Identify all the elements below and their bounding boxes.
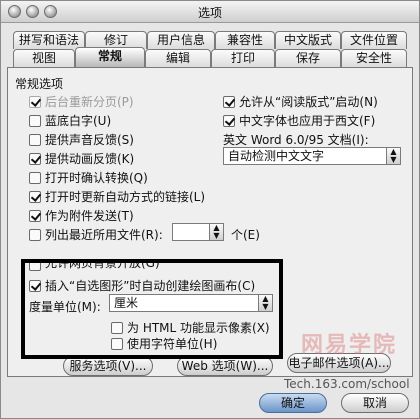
ok-button[interactable]: 确定 <box>259 393 327 413</box>
option-sound-feedback[interactable]: 提供声音反馈(S) <box>29 131 134 148</box>
tab-spelling-grammar[interactable]: 拼写和语法 <box>13 31 85 49</box>
checkbox[interactable] <box>29 190 41 203</box>
checkbox[interactable] <box>29 152 41 165</box>
tab-edit[interactable]: 编辑 <box>145 49 211 67</box>
option-chinese-font-western[interactable]: 中文字体也应用于西文(F) <box>223 112 375 129</box>
option-reading-layout[interactable]: 允许从“阅读版式”启动(N) <box>223 93 378 110</box>
checkbox[interactable] <box>29 279 41 292</box>
measure-unit-label: 度量单位(M): <box>29 300 101 314</box>
watermark-logo: 网易学院 <box>301 333 398 358</box>
option-blue-background[interactable]: 蓝底白字(U) <box>29 112 111 129</box>
checkbox[interactable] <box>29 228 41 241</box>
group-title: 常规选项 <box>15 77 64 91</box>
word-doc-label: 英文 Word 6.0/95 文档(I): <box>223 133 369 147</box>
stepper-arrows-icon[interactable]: ▲ ▼ <box>209 224 223 240</box>
option-confirm-conversion[interactable]: 打开时确认转换(Q) <box>29 169 148 186</box>
option-update-links[interactable]: 打开时更新自动方式的链接(L) <box>29 188 205 205</box>
cancel-button[interactable]: 取消 <box>341 393 409 413</box>
tab-save[interactable]: 保存 <box>275 49 341 67</box>
option-animation-feedback[interactable]: 提供动画反馈(K) <box>29 150 134 167</box>
tab-chinese-layout[interactable]: 中文版式 <box>275 31 341 49</box>
option-send-as-attachment[interactable]: 作为附件发送(T) <box>29 207 134 224</box>
web-options-button[interactable]: Web 选项(W)... <box>177 356 273 376</box>
checkbox[interactable] <box>29 209 41 222</box>
option-background-repagination[interactable]: 后台重新分页(P) <box>29 93 134 110</box>
option-auto-drawing-canvas[interactable]: 插入“自选图形”时自动创建绘图画布(C) <box>29 277 255 294</box>
window-title: 选项 <box>197 6 222 20</box>
checkbox[interactable] <box>29 171 41 184</box>
checkbox[interactable] <box>111 337 123 350</box>
title-bar: 选项 <box>1 1 419 23</box>
options-dialog: 选项 拼写和语法 修订 用户信息 兼容性 中文版式 文件位置 视图 常规 编辑 … <box>0 0 420 419</box>
option-web-background[interactable]: 允许网页背景开放(G) <box>29 263 160 271</box>
option-html-pixels[interactable]: 为 HTML 功能显示像素(X) <box>111 319 270 336</box>
dropdown-arrows-icon: ▲ ▼ <box>386 148 400 164</box>
word-doc-select-value: 自动检测中文文字 <box>228 149 325 163</box>
checkbox[interactable] <box>29 114 41 127</box>
checkbox[interactable] <box>223 114 235 127</box>
tab-security[interactable]: 安全性 <box>341 49 407 67</box>
checkbox[interactable] <box>29 133 41 146</box>
dropdown-arrows-icon: ▲ ▼ <box>258 295 272 311</box>
recent-files-count-stepper[interactable]: ▲ ▼ <box>172 223 224 241</box>
measure-unit-select[interactable]: 厘米 ▲ ▼ <box>109 294 273 312</box>
tab-general[interactable]: 常规 <box>75 47 145 67</box>
tab-file-locations[interactable]: 文件位置 <box>341 31 407 49</box>
word-doc-select[interactable]: 自动检测中文文字 ▲ ▼ <box>223 147 401 165</box>
checkbox[interactable] <box>223 95 235 108</box>
option-character-units[interactable]: 使用字符单位(H) <box>111 335 217 352</box>
measure-unit-value: 厘米 <box>114 296 139 310</box>
tab-user-info[interactable]: 用户信息 <box>147 31 215 49</box>
service-options-button[interactable]: 服务选项(V)... <box>63 356 153 376</box>
tab-print[interactable]: 打印 <box>211 49 275 67</box>
checkbox[interactable] <box>29 263 41 271</box>
checkbox[interactable] <box>29 95 41 108</box>
tab-compatibility[interactable]: 兼容性 <box>215 31 275 49</box>
tab-view[interactable]: 视图 <box>13 49 75 67</box>
checkbox[interactable] <box>111 321 123 334</box>
recent-files-unit: 个(E) <box>231 228 260 242</box>
watermark-url: Tech.163.com/school <box>284 377 410 391</box>
option-recent-files[interactable]: 列出最近所用文件(R): <box>29 226 163 243</box>
